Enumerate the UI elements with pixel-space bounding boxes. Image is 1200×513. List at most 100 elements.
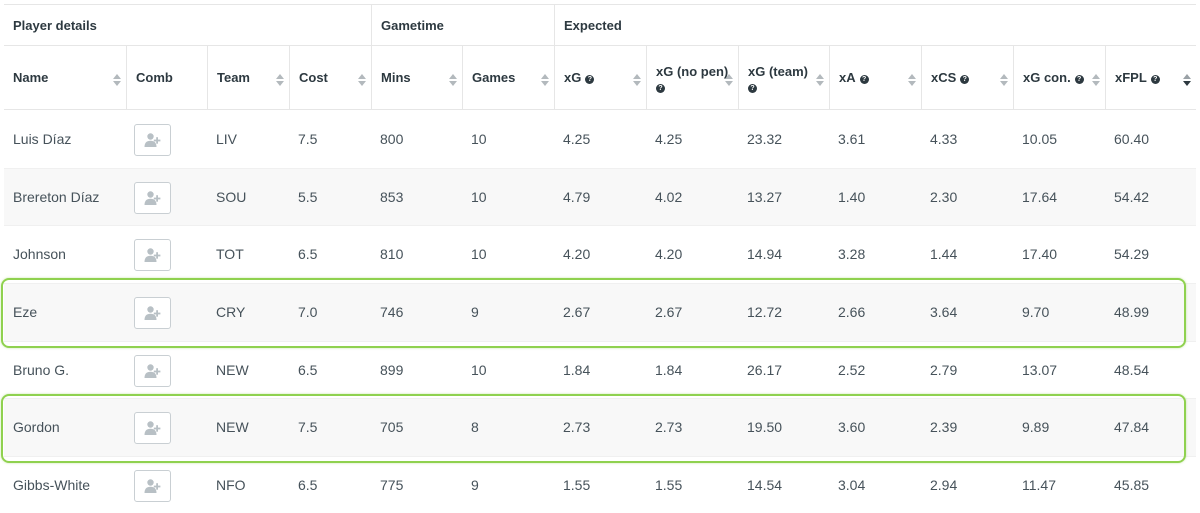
question-circle-icon[interactable]: ? (1074, 75, 1084, 84)
cell-xa: 3.61 (838, 131, 866, 147)
cell-cost: 7.5 (298, 419, 318, 436)
sort-arrows-icon[interactable] (908, 74, 916, 86)
cell-xg-nopen: 4.20 (655, 246, 683, 263)
header-xg-team[interactable]: xG (team)? (738, 46, 829, 110)
header-team-label: Team (217, 70, 250, 85)
comb-add-button[interactable] (134, 297, 171, 330)
header-xfpl[interactable]: xFPL? (1105, 46, 1196, 110)
cell-xg: 4.20 (563, 246, 591, 263)
sort-arrows-icon[interactable] (725, 74, 733, 86)
header-name[interactable]: Name (4, 46, 126, 110)
comb-add-button[interactable] (134, 354, 171, 387)
cell-xg-nopen: 4.02 (655, 188, 683, 205)
question-circle-icon[interactable]: ? (1150, 75, 1160, 84)
cell-cost: 7.0 (298, 304, 318, 321)
header-xa[interactable]: xA? (829, 46, 921, 110)
cell-xa: 2.66 (838, 304, 866, 321)
table-row: Gibbs-White NFO 6.5 775 9 1.55 1.55 14.54 3.04 2.… (4, 457, 1196, 513)
column-header-row: Name Comb Team Cost Mins Games xG ? xG (… (4, 46, 1196, 110)
header-xcs[interactable]: xCS? (921, 46, 1013, 110)
cell-team: LIV (216, 131, 238, 147)
question-circle-icon[interactable]: ? (960, 75, 970, 84)
cell-team: NEW (216, 419, 249, 436)
cell-xa: 2.52 (838, 361, 866, 378)
cell-games: 10 (471, 131, 487, 147)
player-stats-page: Player details Gametime Expected Name Co… (0, 0, 1200, 513)
header-xg[interactable]: xG? (554, 46, 646, 110)
sort-arrows-icon[interactable] (276, 74, 284, 86)
header-comb-label: Comb (136, 70, 173, 85)
header-mins[interactable]: Mins (371, 46, 462, 110)
table-row: Brereton Díaz SOU 5.5 853 10 4.79 4.02 13.27 1.4… (4, 168, 1196, 227)
cell-xcs: 3.64 (930, 304, 958, 321)
cell-xfpl: 47.84 (1114, 419, 1150, 436)
cell-name: Brereton Díaz (13, 188, 100, 205)
cell-xfpl: 54.42 (1114, 188, 1150, 205)
cell-xg-nopen: 4.25 (655, 131, 683, 147)
header-name-label: Name (13, 70, 49, 85)
cell-xcs: 2.79 (930, 361, 958, 378)
cell-xa: 3.04 (838, 477, 866, 494)
cell-xa: 3.60 (838, 419, 866, 436)
sort-arrows-icon[interactable] (1092, 74, 1100, 86)
cell-mins: 800 (380, 131, 404, 147)
cell-xg-nopen: 2.67 (655, 304, 683, 321)
comb-add-button[interactable] (134, 181, 171, 214)
question-circle-icon[interactable]: ? (656, 84, 665, 93)
header-team[interactable]: Team (207, 46, 289, 110)
cell-xa: 1.40 (838, 188, 866, 205)
cell-xg-con: 13.07 (1022, 361, 1058, 378)
comb-add-button[interactable] (134, 412, 171, 445)
cell-cost: 5.5 (298, 188, 318, 205)
cell-xfpl: 48.99 (1114, 304, 1150, 321)
cell-xg: 4.79 (563, 188, 591, 205)
sort-arrows-icon[interactable] (1000, 74, 1008, 86)
cell-team: TOT (216, 246, 244, 263)
question-circle-icon[interactable]: ? (585, 75, 595, 84)
cell-xg-con: 10.05 (1022, 131, 1058, 147)
sort-arrows-icon[interactable] (449, 74, 457, 86)
cell-name: Johnson (13, 246, 66, 263)
header-games-label: Games (472, 70, 516, 85)
comb-add-button[interactable] (134, 124, 171, 156)
header-xfpl-label: xFPL (1115, 70, 1147, 85)
group-player-details: Player details (13, 18, 97, 33)
add-user-icon (144, 421, 161, 436)
sort-arrows-icon[interactable] (633, 74, 641, 86)
cell-xg: 2.67 (563, 304, 591, 321)
cell-xfpl: 54.29 (1114, 246, 1150, 263)
cell-xg-con: 11.47 (1022, 477, 1056, 494)
question-circle-icon[interactable]: ? (859, 75, 869, 84)
header-xg-con-label: xG con. (1023, 70, 1071, 85)
cell-cost: 6.5 (298, 246, 318, 263)
header-games[interactable]: Games (462, 46, 554, 110)
header-xg-no-pen[interactable]: xG (no pen)? (646, 46, 738, 110)
sort-arrows-icon[interactable] (358, 74, 366, 86)
header-cost[interactable]: Cost (289, 46, 371, 110)
cell-games: 9 (471, 477, 479, 494)
cell-xfpl: 45.85 (1114, 477, 1150, 494)
cell-games: 10 (471, 246, 487, 263)
comb-add-button[interactable] (134, 470, 171, 503)
header-xa-label: xA (839, 70, 856, 85)
cell-xg: 1.84 (563, 361, 591, 378)
sort-arrows-icon[interactable] (1183, 74, 1191, 86)
cell-xg-team: 19.50 (747, 419, 783, 436)
sort-arrows-icon[interactable] (113, 74, 121, 86)
cell-name: Luis Díaz (13, 131, 72, 147)
cell-xg: 2.73 (563, 419, 591, 436)
sort-arrows-icon[interactable] (541, 74, 549, 86)
question-circle-icon[interactable]: ? (748, 84, 757, 93)
sort-arrows-icon[interactable] (816, 74, 824, 86)
comb-add-button[interactable] (134, 239, 171, 272)
cell-team: CRY (216, 304, 246, 321)
cell-xg-team: 14.94 (747, 246, 783, 263)
cell-games: 9 (471, 304, 479, 321)
cell-team: NFO (216, 477, 246, 494)
cell-xg-team: 14.54 (747, 477, 783, 494)
column-group-header: Player details Gametime Expected (4, 4, 1196, 47)
header-xg-con[interactable]: xG con.? (1013, 46, 1105, 110)
cell-xfpl: 48.54 (1114, 361, 1150, 378)
cell-games: 10 (471, 361, 487, 378)
cell-name: Eze (13, 304, 38, 321)
